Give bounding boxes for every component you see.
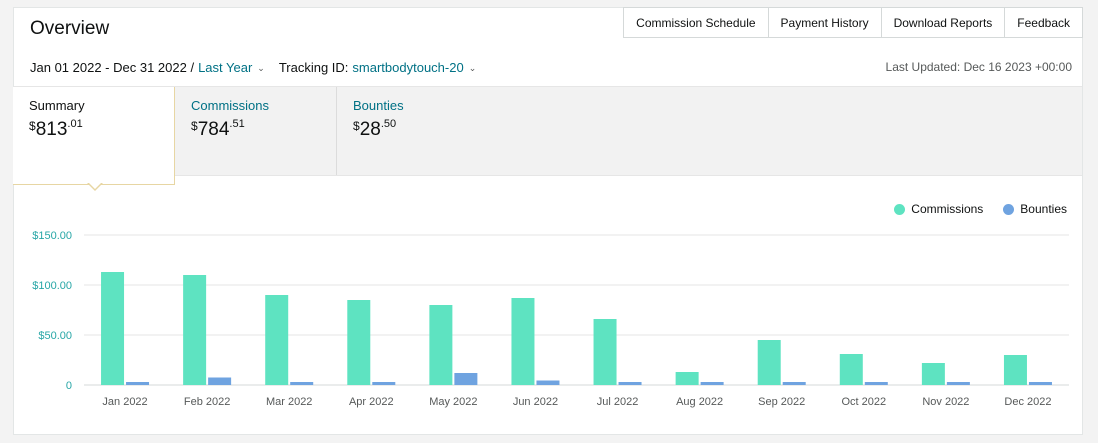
overview-card: Overview Commission Schedule Payment His… bbox=[13, 7, 1083, 435]
bounties-value: $28.50 bbox=[353, 118, 397, 140]
chevron-down-icon[interactable]: ⌄ bbox=[469, 63, 477, 74]
overview-header: Overview Commission Schedule Payment His… bbox=[14, 7, 1083, 46]
bar-bounties bbox=[290, 382, 314, 385]
download-reports-button[interactable]: Download Reports bbox=[881, 7, 1006, 38]
bar-commissions bbox=[593, 319, 617, 385]
payment-history-button[interactable]: Payment History bbox=[768, 7, 882, 38]
legend-bounties[interactable]: Bounties bbox=[1003, 202, 1067, 216]
legend-commissions-label: Commissions bbox=[911, 202, 984, 216]
chevron-down-icon[interactable]: ⌄ bbox=[257, 63, 265, 74]
x-tick-label: Jun 2022 bbox=[513, 396, 558, 408]
legend-commissions[interactable]: Commissions bbox=[894, 202, 983, 216]
y-tick-label: $100.00 bbox=[32, 280, 72, 292]
tab-commissions[interactable]: Commissions $784.51 bbox=[175, 87, 337, 175]
bar-commissions bbox=[101, 272, 125, 385]
commissions-label: Commissions bbox=[191, 98, 270, 113]
bar-bounties bbox=[208, 377, 232, 385]
x-tick-label: Oct 2022 bbox=[841, 396, 886, 408]
date-range-text: Jan 01 2022 - Dec 31 2022 / bbox=[30, 60, 195, 75]
x-tick-label: Dec 2022 bbox=[1004, 396, 1051, 408]
bar-commissions bbox=[757, 340, 781, 385]
bar-commissions bbox=[1003, 355, 1027, 385]
bar-bounties bbox=[700, 382, 724, 385]
bar-bounties bbox=[782, 382, 806, 385]
tab-pointer bbox=[87, 182, 103, 191]
bar-bounties bbox=[454, 373, 478, 385]
bar-commissions bbox=[347, 300, 371, 385]
summary-value: $813.01 bbox=[29, 118, 83, 140]
x-tick-label: Apr 2022 bbox=[349, 396, 394, 408]
bar-commissions bbox=[511, 298, 535, 385]
x-tick-label: Jan 2022 bbox=[102, 396, 147, 408]
bar-bounties bbox=[864, 382, 888, 385]
monthly-earnings-chart: 0 $50.00 $100.00 $150.00 Jan 2022 Feb 2022 Mar… bbox=[32, 230, 1069, 408]
bar-commissions bbox=[839, 354, 863, 385]
bar-bounties bbox=[372, 382, 396, 385]
period-dropdown[interactable]: Last Year bbox=[198, 60, 252, 75]
x-tick-label: Feb 2022 bbox=[184, 396, 230, 408]
top-tabs: Commission Schedule Payment History Down… bbox=[623, 7, 1083, 38]
bar-bounties bbox=[618, 382, 642, 385]
legend-bounties-label: Bounties bbox=[1020, 202, 1067, 216]
commission-schedule-button[interactable]: Commission Schedule bbox=[623, 7, 769, 38]
y-tick-label: 0 bbox=[66, 380, 72, 392]
metrics-row: Summary $813.01 Commissions $784.51 Boun… bbox=[13, 86, 1082, 185]
bar-bounties bbox=[126, 382, 150, 385]
tab-bounties[interactable]: Bounties $28.50 bbox=[337, 87, 517, 175]
bar-commissions bbox=[265, 295, 289, 385]
x-tick-label: Nov 2022 bbox=[922, 396, 969, 408]
bounties-label: Bounties bbox=[353, 98, 404, 113]
x-tick-label: Jul 2022 bbox=[597, 396, 639, 408]
legend-bounties-dot bbox=[1003, 203, 1015, 215]
commissions-value: $784.51 bbox=[191, 118, 245, 140]
bar-commissions bbox=[675, 372, 699, 385]
bar-bounties bbox=[1028, 382, 1052, 385]
last-updated-text: Last Updated: Dec 16 2023 +00:00 bbox=[885, 60, 1072, 74]
x-tick-label: Sep 2022 bbox=[758, 396, 805, 408]
y-tick-label: $50.00 bbox=[38, 330, 72, 342]
x-tick-label: Aug 2022 bbox=[676, 396, 723, 408]
bar-commissions bbox=[921, 363, 945, 385]
bar-bounties bbox=[536, 380, 560, 385]
chart-legend: Commissions Bounties bbox=[874, 202, 1067, 216]
tracking-id-dropdown[interactable]: smartbodytouch-20 bbox=[352, 60, 463, 75]
filter-bar: Jan 01 2022 - Dec 31 2022 / Last Year ⌄ … bbox=[30, 60, 490, 75]
tab-summary[interactable]: Summary $813.01 bbox=[13, 87, 175, 185]
bar-bounties bbox=[946, 382, 970, 385]
bar-commissions bbox=[429, 305, 453, 385]
tracking-label: Tracking ID: bbox=[278, 60, 349, 75]
legend-commissions-dot bbox=[894, 203, 906, 215]
y-tick-label: $150.00 bbox=[32, 230, 72, 242]
x-tick-label: Mar 2022 bbox=[266, 396, 312, 408]
feedback-button[interactable]: Feedback bbox=[1005, 7, 1083, 38]
summary-label: Summary bbox=[29, 98, 85, 113]
x-tick-label: May 2022 bbox=[429, 396, 477, 408]
page-title: Overview bbox=[30, 18, 110, 39]
bar-commissions bbox=[183, 275, 207, 385]
